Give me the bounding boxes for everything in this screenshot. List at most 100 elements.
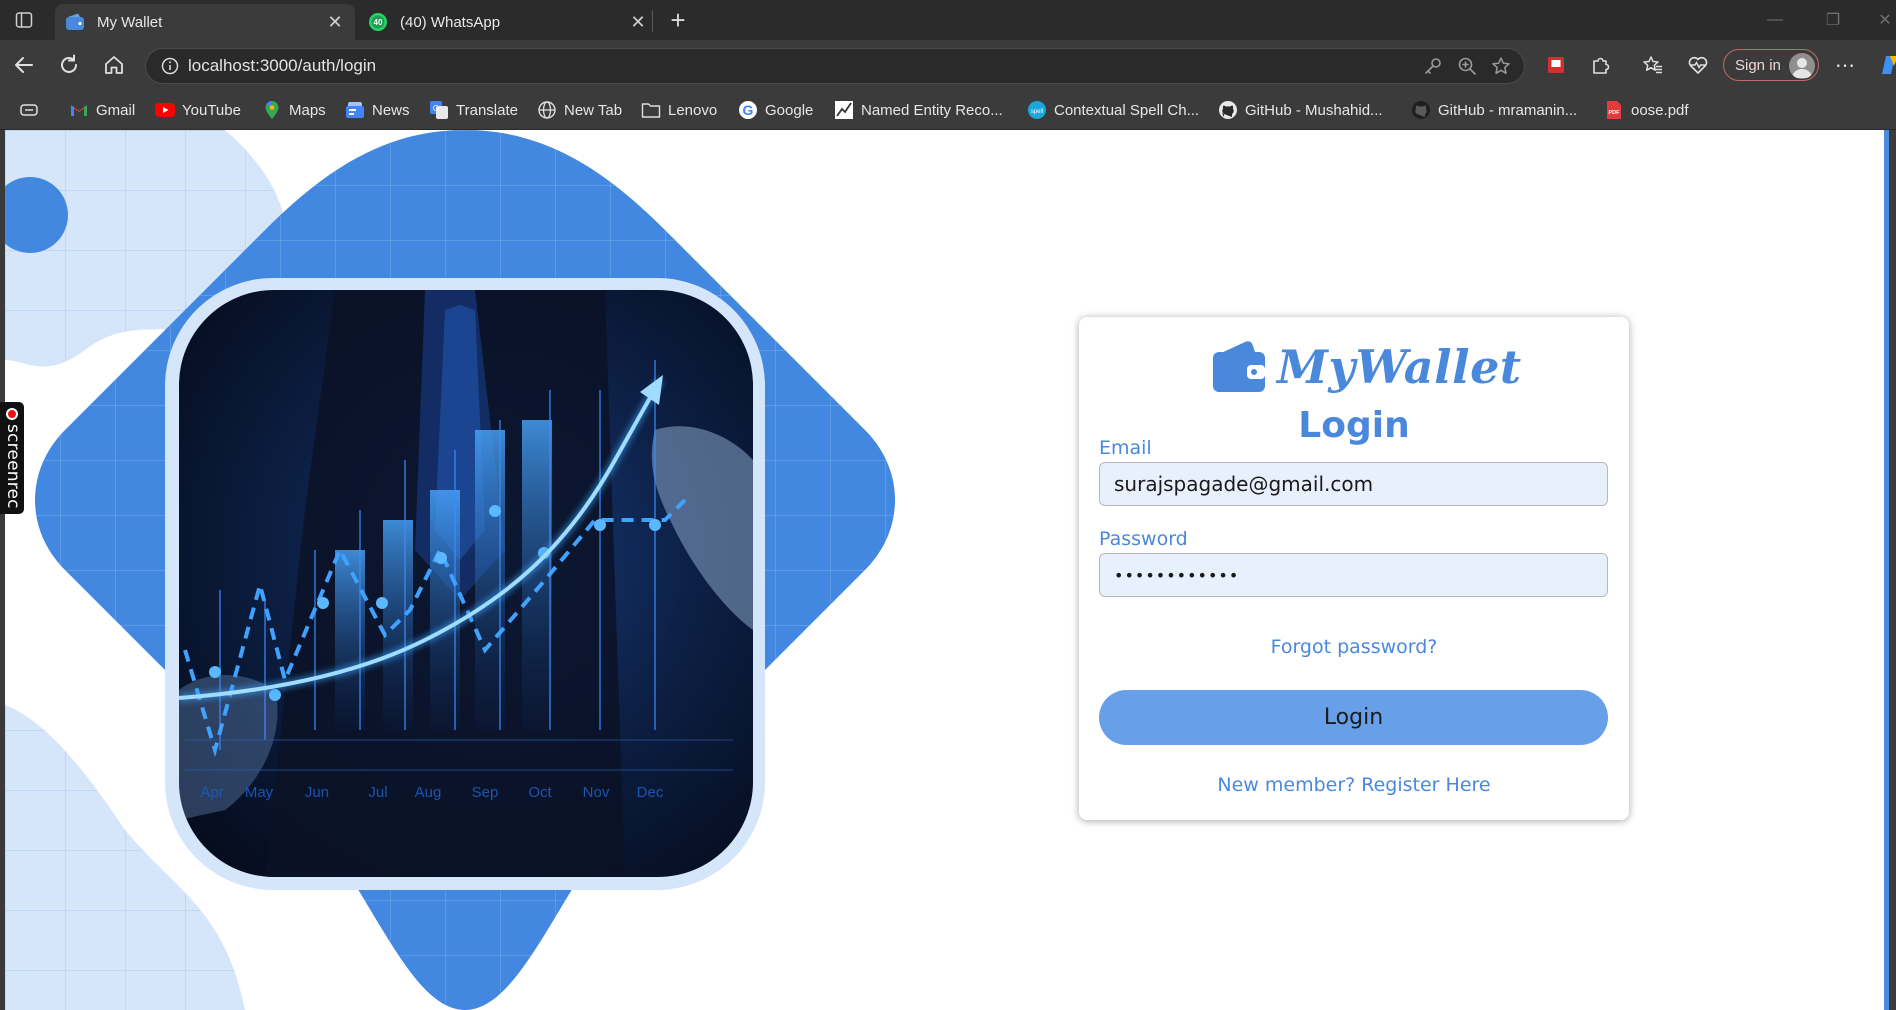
news-icon xyxy=(345,100,365,120)
browser-essentials-icon[interactable] xyxy=(1683,50,1713,80)
tab-title: (40) WhatsApp xyxy=(400,13,501,31)
bookmark-label: Translate xyxy=(456,101,518,119)
favorites-icon[interactable] xyxy=(1638,50,1668,80)
bookmark-named-entity[interactable]: Named Entity Reco... xyxy=(834,98,1003,122)
bookmark-label: GitHub - Mushahid... xyxy=(1245,101,1383,119)
bookmark-translate[interactable]: G Translate xyxy=(429,98,518,122)
bookmark-label: Named Entity Reco... xyxy=(861,101,1003,119)
reload-icon[interactable] xyxy=(54,50,84,80)
hero-illustration: Apr May Jun Jul Aug Sep Oct Nov Dec xyxy=(5,130,895,1010)
youtube-icon xyxy=(155,100,175,120)
month-label: Aug xyxy=(415,784,442,801)
more-options-icon[interactable]: ⋯ xyxy=(1830,50,1860,80)
bookmark-label: GitHub - mramanin... xyxy=(1438,101,1578,119)
bookmark-gmail[interactable]: Gmail xyxy=(69,98,135,122)
close-tab-icon[interactable]: ✕ xyxy=(624,8,652,36)
tab-my-wallet[interactable]: My Wallet ✕ xyxy=(55,4,355,40)
svg-text:PDF: PDF xyxy=(1609,110,1621,116)
right-window-edge xyxy=(1884,130,1896,1010)
tab-whatsapp[interactable]: 40 (40) WhatsApp ✕ xyxy=(358,4,658,40)
bookmark-maps[interactable]: Maps xyxy=(262,98,326,122)
bookmark-label: oose.pdf xyxy=(1631,101,1689,119)
github-icon xyxy=(1218,100,1238,120)
bookmark-folder-lenovo[interactable]: Lenovo xyxy=(641,98,717,122)
month-label: Sep xyxy=(472,784,499,801)
sign-in-label: Sign in xyxy=(1735,56,1781,74)
sidebar-toggle-icon[interactable] xyxy=(12,9,36,31)
bookmark-spell-check[interactable]: spell Contextual Spell Ch... xyxy=(1027,98,1199,122)
month-label: Jun xyxy=(305,784,329,801)
wallet-favicon-icon xyxy=(65,12,85,32)
login-heading: Login xyxy=(1298,405,1410,446)
month-label: Dec xyxy=(637,784,664,801)
bookmark-label: Lenovo xyxy=(668,101,718,119)
home-icon[interactable] xyxy=(99,50,129,80)
toolbar: localhost:3000/auth/login Sign in ⋯ xyxy=(0,40,1896,90)
login-card: MyWallet Login Email surajspagade@gmail.… xyxy=(1079,317,1629,820)
key-icon[interactable] xyxy=(1416,51,1450,81)
google-icon: G xyxy=(738,100,758,120)
register-link[interactable]: New member? Register Here xyxy=(1079,774,1629,796)
brand-name: MyWallet xyxy=(1277,340,1522,394)
bookmark-news[interactable]: News xyxy=(345,98,410,122)
bookmark-new-tab[interactable]: New Tab xyxy=(537,98,622,122)
month-label: Apr xyxy=(200,784,223,801)
month-label: Oct xyxy=(528,784,552,801)
bookmark-label: Google xyxy=(765,101,814,119)
pdf-icon: PDF xyxy=(1604,100,1624,120)
restore-icon[interactable]: ❐ xyxy=(1810,6,1856,34)
svg-text:spell: spell xyxy=(1031,109,1043,115)
reading-view-icon[interactable] xyxy=(19,98,46,122)
zoom-icon[interactable] xyxy=(1450,51,1484,81)
folder-icon xyxy=(641,100,661,120)
bookmark-oose-pdf[interactable]: PDF oose.pdf xyxy=(1604,98,1689,122)
sign-in-button[interactable]: Sign in xyxy=(1723,49,1819,81)
back-arrow-icon[interactable] xyxy=(9,50,39,80)
extensions-puzzle-icon[interactable] xyxy=(1586,50,1616,80)
url-text: localhost:3000/auth/login xyxy=(188,56,377,75)
month-label: Jul xyxy=(368,784,387,801)
bookmark-label: Maps xyxy=(289,101,326,119)
wallet-logo-icon xyxy=(1213,341,1265,392)
profile-avatar-icon xyxy=(1789,53,1815,79)
close-tab-icon[interactable]: ✕ xyxy=(321,8,349,36)
bookmark-youtube[interactable]: YouTube xyxy=(155,98,241,122)
forgot-password-link[interactable]: Forgot password? xyxy=(1079,636,1629,658)
screenrec-badge[interactable]: screenrec xyxy=(0,402,24,514)
bookmark-label: Gmail xyxy=(96,101,136,119)
email-label: Email xyxy=(1099,437,1152,459)
bookmark-github-mushahid[interactable]: GitHub - Mushahid... xyxy=(1218,98,1383,122)
bookmark-label: Contextual Spell Ch... xyxy=(1054,101,1200,119)
tab-divider xyxy=(652,10,653,32)
globe-icon xyxy=(537,100,557,120)
whatsapp-badge: 40 xyxy=(374,18,383,27)
site-info-icon[interactable] xyxy=(152,57,188,75)
copilot-icon[interactable] xyxy=(1874,50,1896,80)
month-label: May xyxy=(245,784,274,801)
new-tab-button[interactable]: + xyxy=(664,5,692,35)
tab-bar: My Wallet ✕ 40 (40) WhatsApp ✕ + — ❐ ✕ xyxy=(0,0,1896,40)
close-window-icon[interactable]: ✕ xyxy=(1862,6,1896,34)
month-label: Nov xyxy=(583,784,610,801)
whatsapp-favicon-icon: 40 xyxy=(368,12,388,32)
password-field[interactable]: •••••••••••• xyxy=(1099,553,1608,597)
spell-icon: spell xyxy=(1027,100,1047,120)
record-dot-icon xyxy=(6,408,18,420)
tab-title: My Wallet xyxy=(97,13,163,31)
bookmark-label: YouTube xyxy=(182,101,241,119)
svg-text:G: G xyxy=(433,104,439,113)
address-bar[interactable]: localhost:3000/auth/login xyxy=(145,48,1525,84)
page-content: Apr May Jun Jul Aug Sep Oct Nov Dec scre… xyxy=(0,130,1896,1010)
brand: MyWallet xyxy=(1209,336,1522,398)
extension-red-icon[interactable] xyxy=(1541,50,1571,80)
login-button[interactable]: Login xyxy=(1099,690,1608,745)
bookmark-google[interactable]: G Google xyxy=(738,98,813,122)
chart-icon xyxy=(834,100,854,120)
email-field[interactable]: surajspagade@gmail.com xyxy=(1099,462,1608,506)
bookmark-github-mramanin[interactable]: GitHub - mramanin... xyxy=(1411,98,1577,122)
minimize-icon[interactable]: — xyxy=(1752,6,1798,34)
gmail-icon xyxy=(69,100,89,120)
bookmark-label: New Tab xyxy=(564,101,623,119)
favorite-star-icon[interactable] xyxy=(1484,51,1518,81)
bookmarks-bar: Gmail YouTube Maps News G Translate New … xyxy=(0,90,1896,130)
